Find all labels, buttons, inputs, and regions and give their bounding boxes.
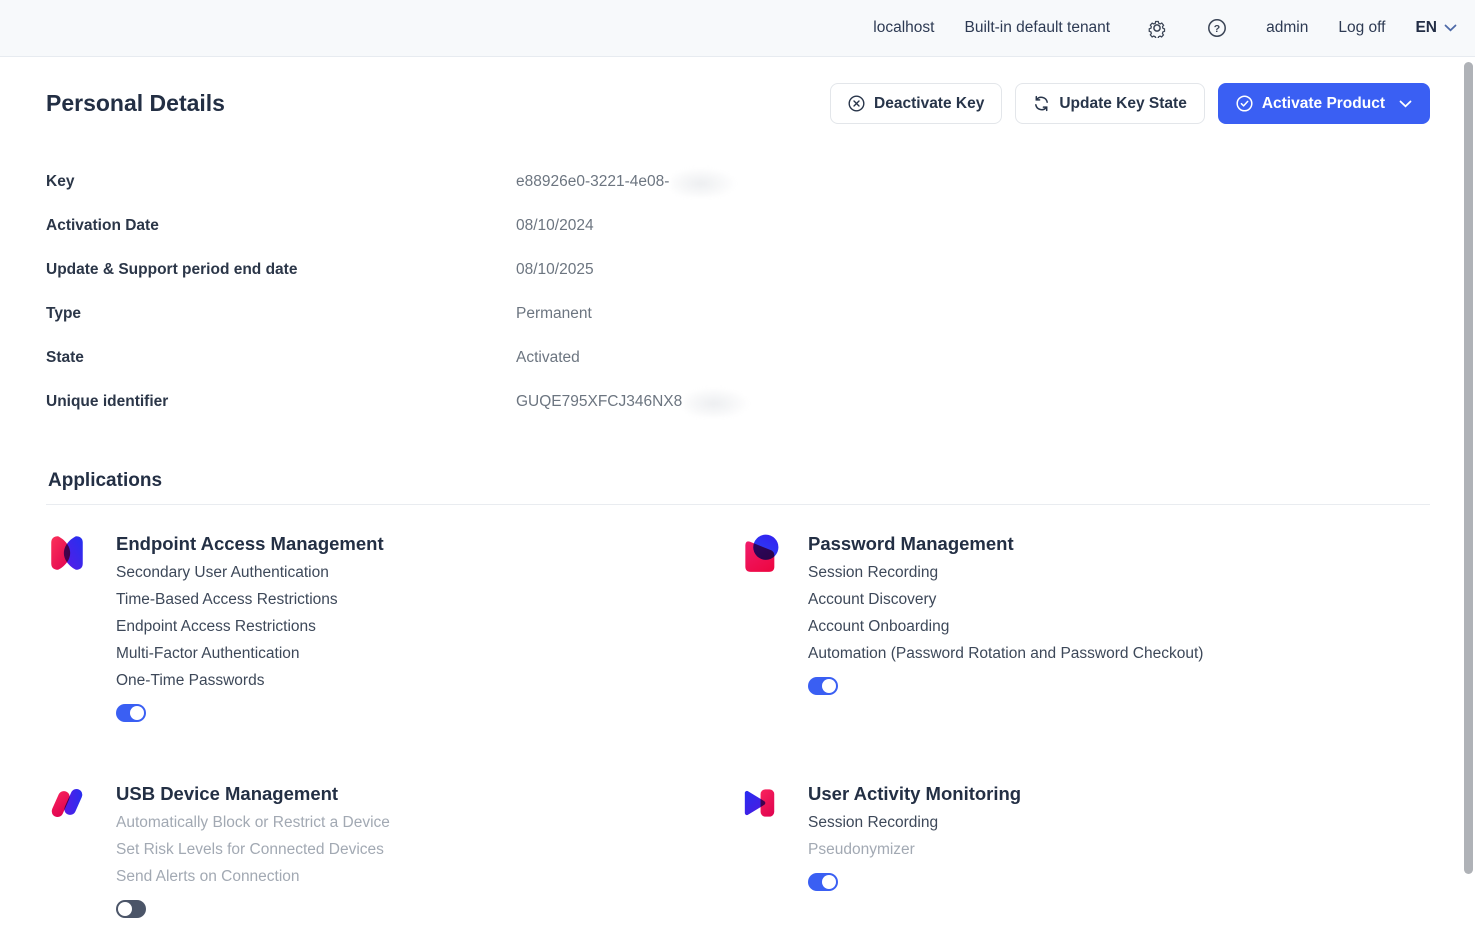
user-label: admin [1266,19,1308,37]
gear-icon[interactable] [1146,17,1168,39]
page-title: Personal Details [46,90,225,117]
feature-item: Session Recording [808,559,1203,586]
feature-item: Account Onboarding [808,613,1203,640]
password-management-logo-icon [738,532,780,574]
feature-list: Automatically Block or Restrict a Device… [116,809,390,890]
header-actions: Deactivate Key Update Key State [830,83,1430,124]
svg-text:?: ? [1214,23,1220,35]
feature-item: Set Risk Levels for Connected Devices [116,836,390,863]
detail-row-unique-identifier: Unique identifier GUQE795XFCJ346NX8 [46,380,1430,424]
feature-item: Pseudonymizer [808,836,1021,863]
feature-item: Endpoint Access Restrictions [116,613,384,640]
app-card-password-management: Password Management Session RecordingAcc… [738,529,1430,722]
chevron-down-icon [1399,100,1412,108]
applications-grid: Endpoint Access Management Secondary Use… [46,529,1430,918]
detail-label: Unique identifier [46,393,516,411]
detail-value: e88926e0-3221-4e08- [516,173,669,191]
app-toggle[interactable] [808,873,838,891]
feature-item: One-Time Passwords [116,667,384,694]
detail-label: Key [46,173,516,191]
main-content: Personal Details Deactivate Key [0,83,1475,918]
deactivate-key-label: Deactivate Key [874,95,984,113]
question-circle-icon[interactable]: ? [1206,17,1228,39]
feature-item: Send Alerts on Connection [116,863,390,890]
detail-value: GUQE795XFCJ346NX8 [516,393,682,411]
detail-label: Type [46,305,516,323]
detail-row-state: State Activated [46,336,1430,380]
detail-value: 08/10/2025 [516,261,1430,279]
feature-item: Automation (Password Rotation and Passwo… [808,640,1203,667]
activate-product-button[interactable]: Activate Product [1218,83,1430,124]
endpoint-access-management-logo-icon [46,532,88,574]
app-toggle[interactable] [116,900,146,918]
circle-check-icon [1236,95,1253,112]
toggle-knob [822,679,836,693]
usb-device-management-logo-icon [46,782,88,824]
app-name: USB Device Management [116,779,390,809]
feature-list: Session RecordingAccount DiscoveryAccoun… [808,559,1203,667]
chevron-down-icon [1444,24,1457,32]
language-selector[interactable]: EN [1415,19,1457,37]
detail-row-activation-date: Activation Date 08/10/2024 [46,204,1430,248]
detail-row-key: Key e88926e0-3221-4e08- [46,160,1430,204]
feature-list: Session RecordingPseudonymizer [808,809,1021,863]
topbar: localhost Built-in default tenant ? admi… [0,0,1475,57]
toggle-knob [130,706,144,720]
sync-icon [1033,95,1050,112]
detail-value: 08/10/2024 [516,217,1430,235]
app-name: Endpoint Access Management [116,529,384,559]
feature-item: Account Discovery [808,586,1203,613]
feature-list: Secondary User AuthenticationTime-Based … [116,559,384,694]
update-key-state-button[interactable]: Update Key State [1015,83,1204,124]
deactivate-key-button[interactable]: Deactivate Key [830,83,1002,124]
detail-label: State [46,349,516,367]
app-toggle[interactable] [808,677,838,695]
app-name: Password Management [808,529,1203,559]
detail-row-type: Type Permanent [46,292,1430,336]
app-name: User Activity Monitoring [808,779,1021,809]
circle-x-icon [848,95,865,112]
user-activity-monitoring-logo-icon [738,782,780,824]
redacted-blur [671,167,737,197]
detail-value: Permanent [516,305,1430,323]
app-toggle[interactable] [116,704,146,722]
host-label: localhost [873,19,934,37]
redacted-blur [684,387,750,417]
detail-label: Update & Support period end date [46,261,516,279]
detail-value: Activated [516,349,1430,367]
license-details: Key e88926e0-3221-4e08- Activation Date … [46,160,1430,424]
page-header: Personal Details Deactivate Key [46,83,1430,124]
update-key-state-label: Update Key State [1059,95,1186,113]
toggle-knob [118,902,132,916]
app-card-endpoint-access-management: Endpoint Access Management Secondary Use… [46,529,738,722]
feature-item: Session Recording [808,809,1021,836]
feature-item: Multi-Factor Authentication [116,640,384,667]
detail-label: Activation Date [46,217,516,235]
feature-item: Secondary User Authentication [116,559,384,586]
vertical-scrollbar[interactable] [1464,62,1473,874]
tenant-label: Built-in default tenant [964,19,1110,37]
detail-row-support-end-date: Update & Support period end date 08/10/2… [46,248,1430,292]
feature-item: Time-Based Access Restrictions [116,586,384,613]
app-card-user-activity-monitoring: User Activity Monitoring Session Recordi… [738,779,1430,918]
applications-divider [46,504,1430,505]
language-code: EN [1415,19,1437,37]
feature-item: Automatically Block or Restrict a Device [116,809,390,836]
activate-product-label: Activate Product [1262,95,1385,113]
toggle-knob [822,875,836,889]
applications-heading: Applications [46,470,1430,492]
app-card-usb-device-management: USB Device Management Automatically Bloc… [46,779,738,918]
logoff-link[interactable]: Log off [1338,19,1385,37]
